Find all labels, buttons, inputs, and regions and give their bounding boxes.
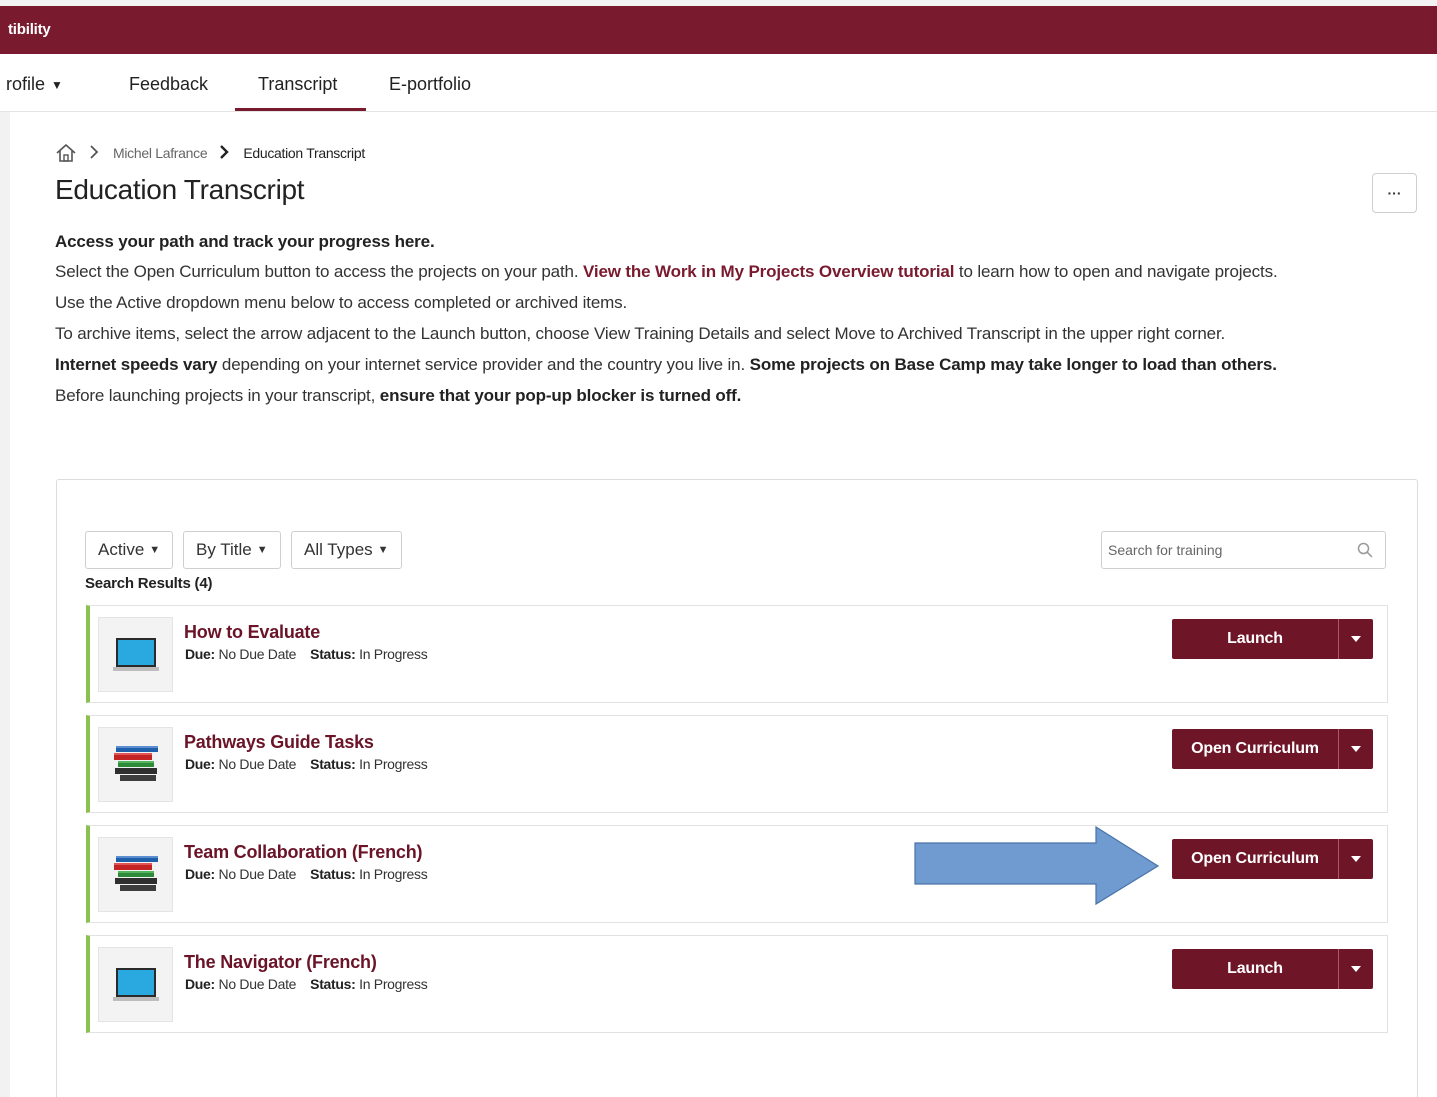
intro-p1-text: Select the Open Curriculum button to acc… (55, 262, 583, 281)
training-row: Pathways Guide Tasks Due: No Due Date Sta… (86, 715, 1388, 813)
training-title[interactable]: Team Collaboration (French) (184, 842, 422, 863)
intro-p4-text: depending on your internet service provi… (217, 355, 750, 374)
search-icon[interactable] (1357, 542, 1373, 558)
search-box (1101, 531, 1386, 569)
active-tab-indicator (235, 108, 366, 111)
status-label: Status: (310, 646, 356, 662)
type-filter-label: All Types (304, 540, 373, 559)
nav-item-transcript[interactable]: Transcript (258, 74, 337, 95)
nav-item-eportfolio[interactable]: E-portfolio (389, 74, 471, 95)
intro-paragraph-2: Use the Active dropdown menu below to ac… (55, 293, 628, 312)
breadcrumb: Michel Lafrance Education Transcript (55, 142, 365, 164)
due-label: Due: (185, 866, 215, 882)
training-meta: Due: No Due Date Status: In Progress (185, 866, 428, 882)
due-value: No Due Date (218, 976, 297, 992)
training-row: Team Collaboration (French) Due: No Due … (86, 825, 1388, 923)
left-gutter (0, 112, 10, 1097)
due-value: No Due Date (218, 866, 297, 882)
search-results-count: Search Results (4) (85, 575, 213, 592)
main-nav: rofile ▼ Feedback Transcript E-portfolio (0, 54, 1437, 112)
home-icon[interactable] (55, 143, 77, 163)
caret-down-icon (1351, 966, 1361, 972)
training-row: The Navigator (French) Due: No Due Date S… (86, 935, 1388, 1033)
sort-dropdown[interactable]: By Title ▼ (183, 531, 281, 569)
action-dropdown-button[interactable] (1338, 729, 1373, 769)
status-value: In Progress (359, 976, 428, 992)
status-label: Status: (310, 756, 356, 772)
due-label: Due: (185, 646, 215, 662)
search-input[interactable] (1102, 532, 1342, 568)
intro-p5-text: Before launching projects in your transc… (55, 386, 380, 405)
more-options-button[interactable]: ··· (1372, 173, 1417, 213)
action-group: Open Curriculum (1172, 839, 1373, 879)
intro-paragraph-4: Internet speeds vary depending on your i… (55, 353, 1395, 377)
top-bar: tibility (0, 0, 1437, 54)
action-dropdown-button[interactable] (1338, 619, 1373, 659)
training-title[interactable]: How to Evaluate (184, 622, 320, 643)
type-filter-dropdown[interactable]: All Types ▼ (291, 531, 402, 569)
launch-button[interactable]: Launch (1172, 949, 1338, 989)
status-filter-dropdown[interactable]: Active ▼ (85, 531, 174, 569)
status-value: In Progress (359, 756, 428, 772)
launch-button[interactable]: Launch (1172, 619, 1338, 659)
annotation-arrow-icon (914, 826, 1160, 906)
nav-item-feedback[interactable]: Feedback (129, 74, 208, 95)
training-meta: Due: No Due Date Status: In Progress (185, 756, 428, 772)
laptop-icon (98, 947, 173, 1022)
nav-item-profile[interactable]: rofile ▼ (6, 74, 63, 95)
laptop-icon (98, 617, 173, 692)
intro-p4-bold-1: Internet speeds vary (55, 355, 218, 374)
due-label: Due: (185, 976, 215, 992)
due-label: Due: (185, 756, 215, 772)
training-meta: Due: No Due Date Status: In Progress (185, 646, 428, 662)
training-row: How to Evaluate Due: No Due Date Status: … (86, 605, 1388, 703)
intro-paragraph-1: Select the Open Curriculum button to acc… (55, 260, 1395, 284)
status-value: In Progress (359, 646, 428, 662)
books-icon (98, 837, 173, 912)
due-value: No Due Date (218, 646, 297, 662)
nav-item-profile-label: rofile (6, 74, 46, 94)
brand-label: tibility (8, 21, 51, 38)
caret-down-icon: ▼ (377, 544, 389, 556)
status-value: In Progress (359, 866, 428, 882)
intro-text: Access your path and track your progress… (55, 230, 1395, 415)
action-group: Launch (1172, 619, 1373, 659)
caret-down-icon: ▼ (51, 78, 63, 92)
intro-paragraph-5: Before launching projects in your transc… (55, 384, 1395, 408)
chevron-right-icon (219, 144, 230, 163)
status-label: Status: (310, 976, 356, 992)
caret-down-icon (1351, 636, 1361, 642)
tutorial-link[interactable]: View the Work in My Projects Overview tu… (583, 262, 954, 281)
sort-label: By Title (196, 540, 252, 559)
intro-p4-bold-2: Some projects on Base Camp may take long… (749, 355, 1277, 374)
page-title: Education Transcript (55, 174, 305, 205)
training-title[interactable]: Pathways Guide Tasks (184, 732, 374, 753)
open-curriculum-button[interactable]: Open Curriculum (1172, 839, 1338, 879)
breadcrumb-item-user[interactable]: Michel Lafrance (113, 145, 208, 161)
intro-paragraph-3: To archive items, select the arrow adjac… (55, 324, 1226, 343)
status-filter-label: Active (98, 540, 145, 559)
action-group: Launch (1172, 949, 1373, 989)
training-title[interactable]: The Navigator (French) (184, 952, 377, 973)
open-curriculum-button[interactable]: Open Curriculum (1172, 729, 1338, 769)
action-dropdown-button[interactable] (1338, 839, 1373, 879)
caret-down-icon (1351, 746, 1361, 752)
action-dropdown-button[interactable] (1338, 949, 1373, 989)
caret-down-icon: ▼ (149, 544, 161, 556)
due-value: No Due Date (218, 756, 297, 772)
action-group: Open Curriculum (1172, 729, 1373, 769)
status-label: Status: (310, 866, 356, 882)
books-icon (98, 727, 173, 802)
breadcrumb-item-current: Education Transcript (243, 145, 365, 161)
training-meta: Due: No Due Date Status: In Progress (185, 976, 428, 992)
intro-p1-text-end: to learn how to open and navigate projec… (954, 262, 1278, 281)
caret-down-icon: ▼ (256, 544, 268, 556)
chevron-right-icon (89, 144, 99, 163)
intro-p5-bold: ensure that your pop-up blocker is turne… (379, 386, 742, 405)
intro-heading: Access your path and track your progress… (55, 232, 435, 251)
caret-down-icon (1351, 856, 1361, 862)
